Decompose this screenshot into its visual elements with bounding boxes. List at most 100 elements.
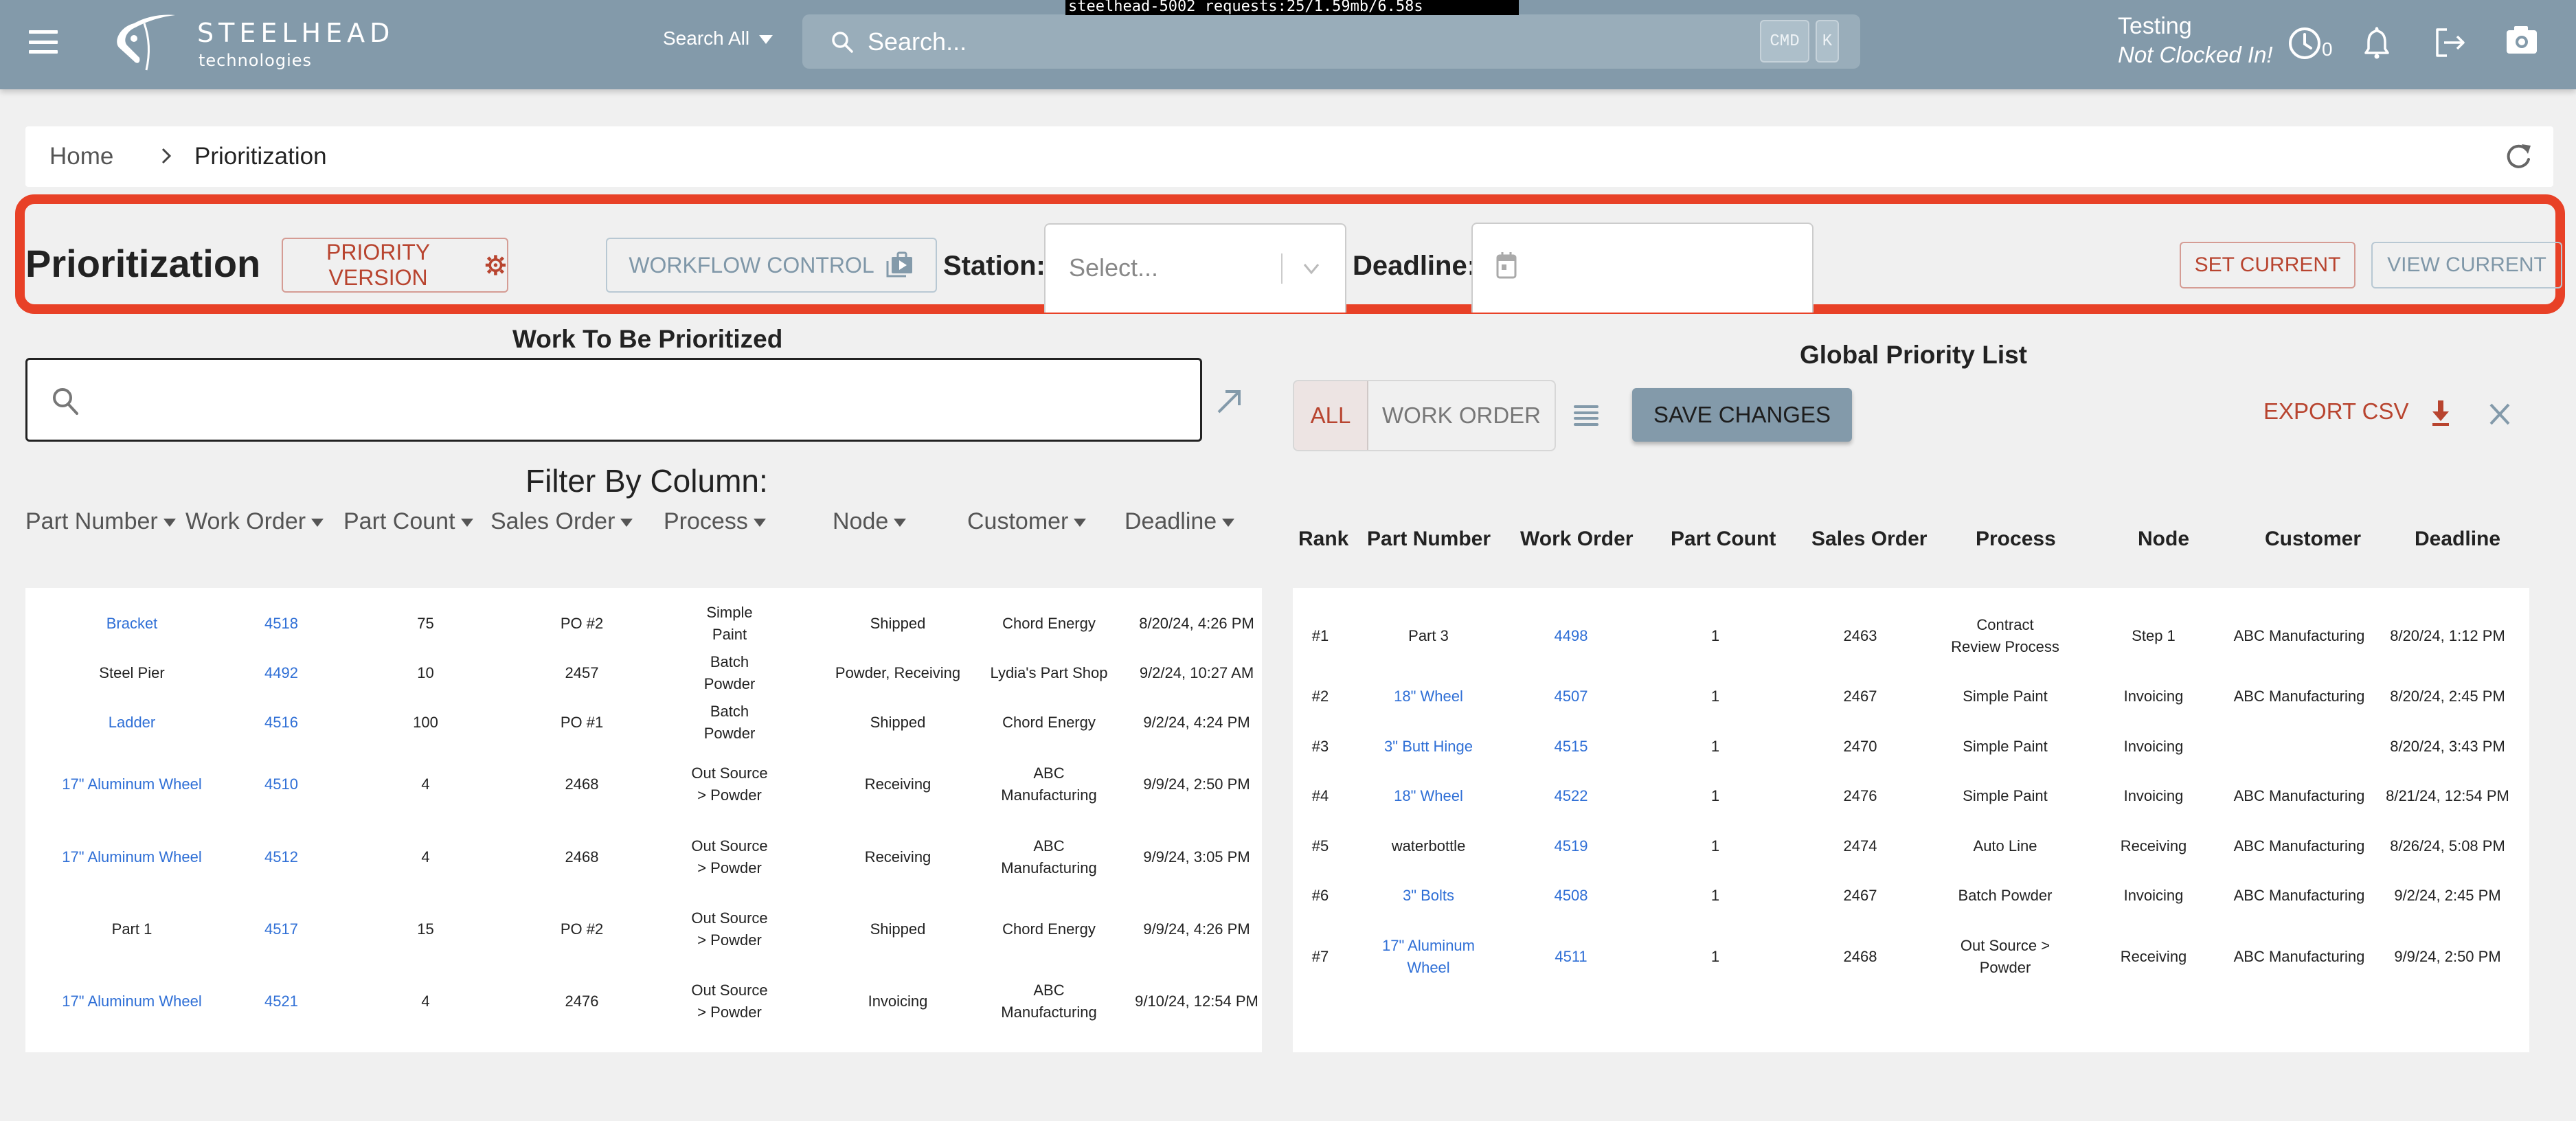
- cell-customer: ABC Manufacturing: [2233, 837, 2365, 854]
- table-row[interactable]: Bracket 4518 75 PO #2 Simple Paint Shipped Cho…: [25, 599, 1262, 648]
- brand-sub: technologies: [199, 51, 312, 70]
- table-row[interactable]: 17" Aluminum Wheel 4510 4 2468 Out Source > …: [25, 760, 1262, 809]
- bell-icon[interactable]: [2363, 25, 2391, 60]
- cell-rank: #2: [1311, 688, 1329, 705]
- cell-part[interactable]: 18" Wheel: [1348, 686, 1509, 707]
- steelhead-logo[interactable]: STEELHEAD technologies: [106, 10, 389, 71]
- cell-wo[interactable]: 4518: [228, 613, 335, 635]
- cell-process: Simple Paint: [1963, 738, 2048, 755]
- table-row[interactable]: 17" Aluminum Wheel 4521 4 2476 Out Source > …: [25, 977, 1262, 1026]
- filter-label: Process: [664, 508, 748, 534]
- cell-wo[interactable]: 4510: [228, 773, 335, 795]
- cell-wo[interactable]: 4515: [1509, 736, 1633, 758]
- user-name: Testing: [2118, 13, 2192, 39]
- cell-count: 1: [1710, 948, 1720, 965]
- filter-node[interactable]: Node: [833, 508, 907, 535]
- filter-process[interactable]: Process: [664, 508, 766, 535]
- cell-wo[interactable]: 4511: [1509, 946, 1633, 968]
- cell-part[interactable]: 18" Wheel: [1348, 785, 1509, 807]
- table-row[interactable]: Part 1 4517 15 PO #2 Out Source > Powder Ship…: [25, 905, 1262, 954]
- view-current-button[interactable]: VIEW CURRENT: [2371, 242, 2562, 288]
- cell-part[interactable]: Ladder: [36, 712, 228, 734]
- caret-down-icon: [1222, 519, 1235, 528]
- logo-mark-icon: [117, 14, 175, 71]
- filter-by-column-title: Filter By Column:: [526, 463, 768, 499]
- cell-part[interactable]: 3" Butt Hinge: [1348, 736, 1509, 758]
- work-search-input[interactable]: [96, 374, 1182, 426]
- priority-version-button[interactable]: PRIORITY VERSION: [282, 238, 508, 293]
- set-current-button[interactable]: SET CURRENT: [2180, 242, 2355, 288]
- cell-part[interactable]: Bracket: [36, 613, 228, 635]
- filter-sales-order[interactable]: Sales Order: [490, 508, 633, 535]
- priority-row[interactable]: #7 17" Aluminum Wheel 4511 1 2468 Out Source …: [1293, 932, 2529, 982]
- cell-rank: #5: [1311, 837, 1329, 854]
- table-row[interactable]: Ladder 4516 100 PO #1 Batch Powder Shipped Cho…: [25, 698, 1262, 747]
- cell-customer: Chord Energy: [1002, 615, 1096, 632]
- deadline-date-input[interactable]: [1471, 223, 1814, 313]
- priority-row[interactable]: #3 3" Butt Hinge 4515 1 2470 Simple Paint Invo…: [1293, 722, 2529, 771]
- user-info[interactable]: Testing Not Clocked In!: [2118, 12, 2273, 70]
- priority-row[interactable]: #4 18" Wheel 4522 1 2476 Simple Paint Invoicin…: [1293, 771, 2529, 821]
- cell-so: 2476: [565, 993, 599, 1010]
- priority-row[interactable]: #6 3" Bolts 4508 1 2467 Batch Powder Invoicing…: [1293, 871, 2529, 920]
- camera-icon[interactable]: [2506, 25, 2538, 55]
- filter-deadline[interactable]: Deadline: [1125, 508, 1235, 535]
- caret-down-icon: [620, 519, 633, 528]
- close-icon[interactable]: [2488, 402, 2511, 427]
- work-search-field[interactable]: [25, 358, 1202, 442]
- table-row[interactable]: 17" Aluminum Wheel 4512 4 2468 Out Source > …: [25, 833, 1262, 882]
- table-row[interactable]: Steel Pier 4492 10 2457 Batch Powder Powder, …: [25, 648, 1262, 698]
- logout-icon[interactable]: [2434, 27, 2466, 58]
- refresh-icon[interactable]: [2503, 141, 2533, 172]
- list-icon[interactable]: [1573, 404, 1599, 427]
- cell-so: PO #1: [560, 714, 604, 731]
- filter-work-order[interactable]: Work Order: [185, 508, 324, 535]
- global-search-input[interactable]: Search... CMD K: [802, 14, 1860, 69]
- cell-node: Shipped: [870, 615, 926, 632]
- clock-icon[interactable]: [2287, 26, 2322, 60]
- cell-wo[interactable]: 4508: [1509, 885, 1633, 907]
- cell-part[interactable]: 17" Aluminum Wheel: [36, 773, 228, 795]
- cell-customer: Chord Energy: [1002, 920, 1096, 938]
- cell-count: 1: [1710, 837, 1720, 854]
- cell-wo[interactable]: 4498: [1509, 625, 1633, 647]
- cell-wo[interactable]: 4516: [228, 712, 335, 734]
- column-header-node: Node: [2138, 528, 2189, 550]
- filter-customer[interactable]: Customer: [967, 508, 1087, 535]
- cell-wo[interactable]: 4512: [228, 846, 335, 868]
- select-divider: [1281, 253, 1283, 284]
- caret-down-icon: [460, 519, 473, 528]
- breadcrumb-home[interactable]: Home: [49, 143, 113, 170]
- cell-wo[interactable]: 4519: [1509, 835, 1633, 857]
- work-to-prioritize-title: Work To Be Prioritized: [512, 325, 783, 353]
- cell-wo[interactable]: 4522: [1509, 785, 1633, 807]
- cell-part[interactable]: 3" Bolts: [1348, 885, 1509, 907]
- workflow-control-button[interactable]: WORKFLOW CONTROL: [606, 238, 937, 293]
- export-csv-button[interactable]: EXPORT CSV: [2263, 398, 2451, 427]
- priority-row[interactable]: #1 Part 3 4498 1 2463 Contract Review Process…: [1293, 611, 2529, 661]
- cell-wo[interactable]: 4521: [228, 990, 335, 1012]
- filter-label: Node: [833, 508, 889, 534]
- cell-part[interactable]: 17" Aluminum Wheel: [36, 990, 228, 1012]
- cell-wo[interactable]: 4517: [228, 918, 335, 940]
- save-changes-button[interactable]: SAVE CHANGES: [1632, 388, 1852, 442]
- expand-arrow-icon[interactable]: [1216, 387, 1243, 415]
- toggle-all[interactable]: ALL: [1294, 381, 1368, 450]
- filter-part-number[interactable]: Part Number: [25, 508, 176, 535]
- station-label: Station:: [943, 251, 1046, 281]
- cell-part[interactable]: 17" Aluminum Wheel: [36, 846, 228, 868]
- page-title: Prioritization: [25, 242, 261, 285]
- priority-row[interactable]: #2 18" Wheel 4507 1 2467 Simple Paint Invoicin…: [1293, 672, 2529, 721]
- cell-wo[interactable]: 4492: [228, 662, 335, 684]
- search-scope-dropdown[interactable]: Search All: [663, 27, 773, 49]
- menu-icon[interactable]: [29, 30, 58, 54]
- cell-process: Contract Review Process: [1951, 616, 2059, 655]
- station-select[interactable]: Select...: [1044, 223, 1346, 313]
- cell-part[interactable]: 17" Aluminum Wheel: [1348, 935, 1509, 979]
- cell-part: waterbottle: [1391, 837, 1466, 854]
- cell-customer: ABC Manufacturing: [2233, 627, 2365, 644]
- filter-part-count[interactable]: Part Count: [343, 508, 473, 535]
- priority-row[interactable]: #5 waterbottle 4519 1 2474 Auto Line Receiving…: [1293, 822, 2529, 871]
- toggle-work-order[interactable]: WORK ORDER: [1368, 381, 1555, 450]
- cell-wo[interactable]: 4507: [1509, 686, 1633, 707]
